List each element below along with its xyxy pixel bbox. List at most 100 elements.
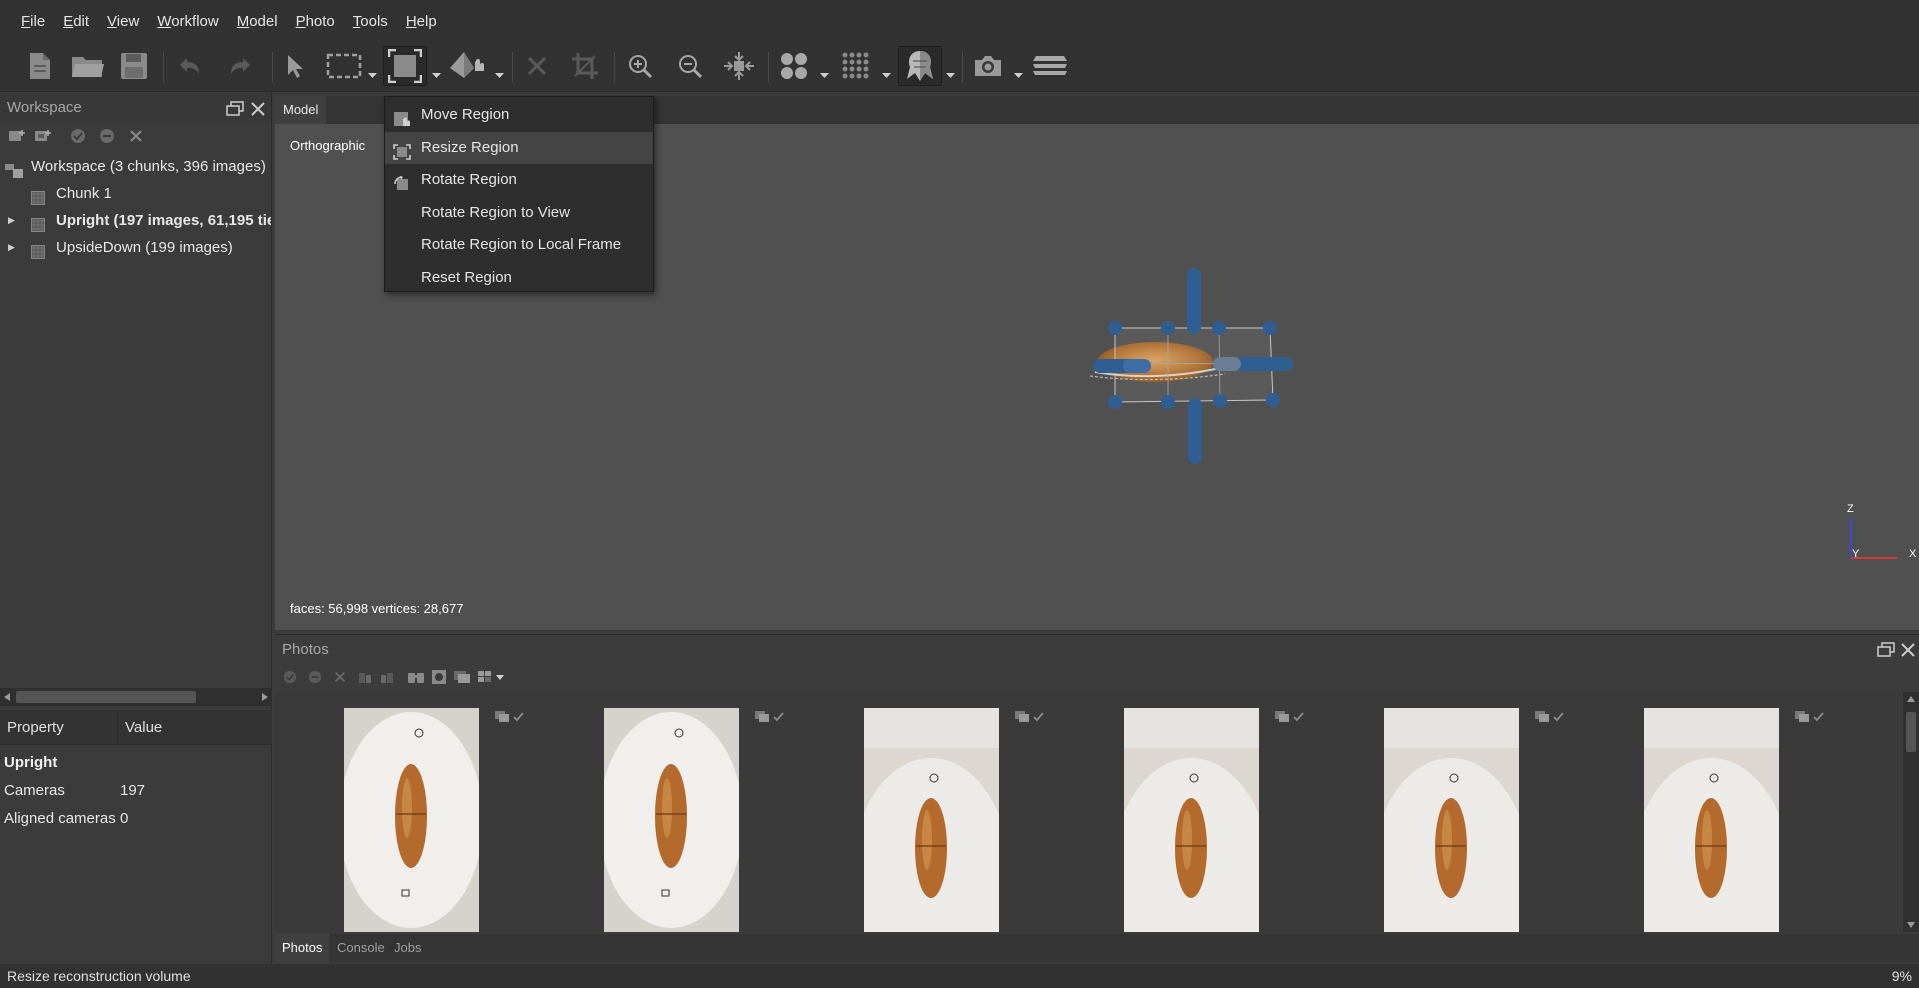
photo-thumbnail[interactable]	[344, 708, 479, 932]
tab-photos[interactable]: Photos	[275, 934, 330, 962]
chevron-down-icon[interactable]	[820, 65, 829, 81]
chevron-down-icon[interactable]	[946, 65, 955, 81]
object-manipulation-icon[interactable]	[446, 46, 492, 86]
photo-thumbnail[interactable]	[1384, 708, 1519, 932]
projection-label: Orthographic	[290, 138, 366, 153]
photos-view-icon[interactable]	[453, 670, 471, 687]
redo-icon[interactable]	[222, 46, 258, 86]
photo-thumbnail[interactable]	[1644, 708, 1779, 932]
chevron-down-icon[interactable]	[882, 65, 891, 81]
mask-icon[interactable]	[432, 670, 446, 687]
property-row[interactable]: Cameras 197	[0, 777, 272, 805]
enable-icon[interactable]	[70, 128, 86, 147]
menu-item-rotate-region[interactable]: Rotate Region	[385, 164, 653, 197]
navigation-pointer-icon[interactable]	[280, 46, 310, 86]
resize-region-tool-icon[interactable]	[383, 46, 427, 86]
dense-cloud-icon[interactable]	[838, 46, 874, 86]
menu-item-resize-region[interactable]: Resize Region	[385, 131, 653, 164]
tree-item-chunk[interactable]: ▶ UpsideDown (199 images)	[0, 234, 271, 261]
status-bar: Resize reconstruction volume 9%	[0, 964, 1919, 988]
tree-item-chunk[interactable]: Chunk 1	[0, 180, 271, 207]
photo-status-icon	[1274, 710, 1312, 727]
remove-icon[interactable]	[333, 670, 347, 687]
chunk-icon	[31, 214, 45, 234]
tree-item-label: UpsideDown (199 images)	[56, 239, 233, 256]
remove-icon[interactable]	[128, 128, 144, 147]
photo-thumbnail[interactable]	[1124, 708, 1259, 932]
photo-status-icon	[1534, 710, 1572, 727]
camera-icon[interactable]	[970, 46, 1006, 86]
chevron-down-icon[interactable]	[432, 65, 441, 81]
expand-arrow-icon[interactable]: ▶	[8, 207, 15, 234]
property-key: Aligned cameras	[4, 810, 116, 827]
save-icon[interactable]	[116, 46, 152, 86]
zoom-out-icon[interactable]	[672, 46, 708, 86]
photo-status-icon	[494, 710, 532, 727]
new-document-icon[interactable]	[22, 46, 58, 86]
property-value: 197	[120, 782, 146, 799]
photo-thumbnail[interactable]	[604, 708, 739, 932]
add-photos-icon[interactable]	[34, 128, 52, 147]
menu-view[interactable]: View	[98, 0, 148, 40]
tree-item-label: Upright (197 images, 61,195 tie points)	[56, 212, 271, 229]
rectangle-selection-icon[interactable]	[322, 46, 366, 86]
binoculars-icon[interactable]	[407, 670, 425, 687]
model-stats: faces: 56,998 vertices: 28,677	[290, 601, 464, 616]
tab-console[interactable]: Console	[330, 934, 392, 962]
add-chunk-icon[interactable]	[8, 128, 26, 147]
menu-tools[interactable]: Tools	[344, 0, 397, 40]
delete-selection-icon[interactable]	[520, 46, 554, 86]
menu-edit[interactable]: Edit	[54, 0, 98, 40]
rotate-left-icon[interactable]	[357, 670, 373, 687]
menu-photo[interactable]: Photo	[287, 0, 344, 40]
open-folder-icon[interactable]	[68, 46, 108, 86]
chevron-down-icon[interactable]	[1014, 65, 1023, 81]
expand-arrow-icon[interactable]: ▶	[8, 234, 15, 261]
menu-item-rotate-region-to-local-frame[interactable]: Rotate Region to Local Frame	[385, 229, 653, 262]
menu-item-move-region[interactable]: Move Region	[385, 99, 653, 132]
menu-workflow[interactable]: Workflow	[148, 0, 227, 40]
view-mode-icon[interactable]	[477, 670, 505, 687]
photo-status-icon	[1014, 710, 1052, 727]
rotate-right-icon[interactable]	[379, 670, 395, 687]
enable-icon[interactable]	[283, 670, 297, 687]
menu-item-label: Rotate Region to Local Frame	[421, 236, 622, 253]
property-value: 0	[120, 810, 129, 827]
disable-icon[interactable]	[99, 128, 115, 147]
tree-item-chunk[interactable]: ▶ Upright (197 images, 61,195 tie points…	[0, 207, 271, 234]
tab-model[interactable]: Model	[275, 96, 327, 124]
property-row[interactable]: Aligned cameras 0	[0, 805, 272, 833]
zoom-in-icon[interactable]	[622, 46, 658, 86]
axis-y-label: Y	[1852, 548, 1860, 560]
menu-model[interactable]: Model	[228, 0, 287, 40]
crop-selection-icon[interactable]	[568, 46, 602, 86]
menu-item-reset-region[interactable]: Reset Region	[385, 262, 653, 295]
reset-view-icon[interactable]	[720, 46, 758, 86]
status-message: Resize reconstruction volume	[7, 968, 191, 984]
tree-item-workspace[interactable]: Workspace (3 chunks, 396 images)	[0, 153, 271, 180]
horizontal-scrollbar[interactable]	[0, 688, 272, 706]
menu-item-rotate-region-to-view[interactable]: Rotate Region to View	[385, 197, 653, 230]
vertical-scrollbar[interactable]	[1903, 692, 1919, 932]
point-cloud-icon[interactable]	[776, 46, 812, 86]
workspace-panel: Workspace Workspace (3 chunks, 396 image…	[0, 93, 272, 968]
main-toolbar	[0, 40, 1919, 92]
column-header-value[interactable]: Value	[118, 710, 162, 744]
scrollbar-thumb[interactable]	[16, 691, 196, 703]
chevron-down-icon[interactable]	[368, 65, 377, 81]
undo-icon[interactable]	[172, 46, 208, 86]
column-header-property[interactable]: Property	[0, 710, 118, 744]
menu-help[interactable]: Help	[397, 0, 446, 40]
scrollbar-thumb[interactable]	[1906, 712, 1916, 752]
tab-jobs[interactable]: Jobs	[387, 934, 428, 962]
disable-icon[interactable]	[308, 670, 322, 687]
model-shaded-icon[interactable]	[898, 46, 942, 86]
menu-file[interactable]: File	[12, 0, 54, 40]
layers-icon[interactable]	[1030, 46, 1070, 86]
chevron-down-icon[interactable]	[495, 65, 504, 81]
menu-item-label: Move Region	[421, 106, 510, 123]
region-box-model[interactable]	[995, 264, 1315, 484]
photo-thumbnail[interactable]	[864, 708, 999, 932]
menu-item-label: Rotate Region to View	[421, 203, 570, 221]
menu-item-label: Reset Region	[421, 268, 512, 286]
